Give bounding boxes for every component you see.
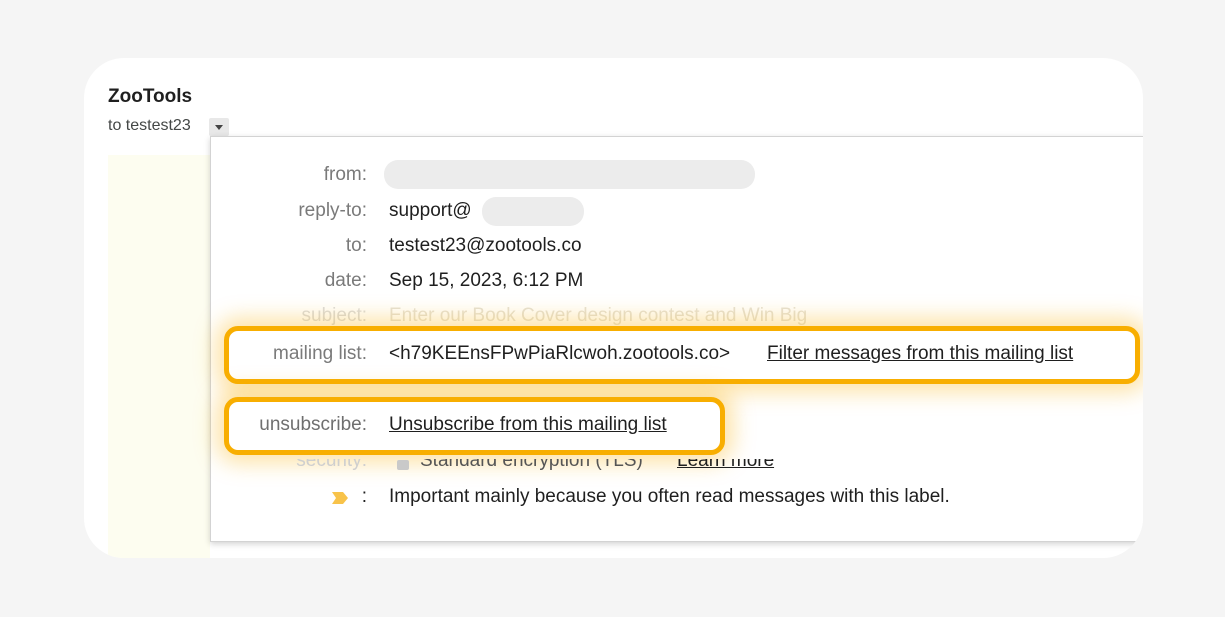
recipient-summary: to testest23 <box>108 117 191 134</box>
unsubscribe-label: unsubscribe: <box>259 414 367 435</box>
lock-icon <box>397 460 409 470</box>
reply-to-domain-redacted <box>482 197 584 226</box>
reply-to-value: support@ <box>389 200 472 221</box>
show-details-dropdown-icon[interactable] <box>209 118 229 136</box>
from-label: from: <box>323 164 367 185</box>
unsubscribe-link[interactable]: Unsubscribe from this mailing list <box>389 414 667 436</box>
subject-label: subject: <box>301 305 367 326</box>
date-label: date: <box>324 270 367 291</box>
sender-name: ZooTools <box>108 86 193 107</box>
importance-marker-icon <box>332 492 348 504</box>
date-value: Sep 15, 2023, 6:12 PM <box>389 270 584 291</box>
to-value: testest23@zootools.co <box>389 235 582 256</box>
subject-value: Enter our Book Cover design contest and … <box>389 305 808 326</box>
to-label: to: <box>345 235 367 256</box>
message-details-popup: from: reply-to: support@ to: testest23@z… <box>210 136 1143 542</box>
reply-to-label: reply-to: <box>298 200 367 221</box>
message-body-preview <box>108 155 210 558</box>
importance-colon: : <box>361 486 367 507</box>
from-value-redacted <box>384 160 755 189</box>
mailing-list-value: <h79KEEnsFPwPiaRlcwoh.zootools.co> <box>389 343 731 364</box>
filter-mailing-list-link[interactable]: Filter messages from this mailing list <box>767 343 1073 365</box>
importance-value: Important mainly because you often read … <box>389 486 950 507</box>
email-card: ZooTools to testest23 from: reply-to: su… <box>84 58 1143 558</box>
mailing-list-label: mailing list: <box>273 343 367 364</box>
